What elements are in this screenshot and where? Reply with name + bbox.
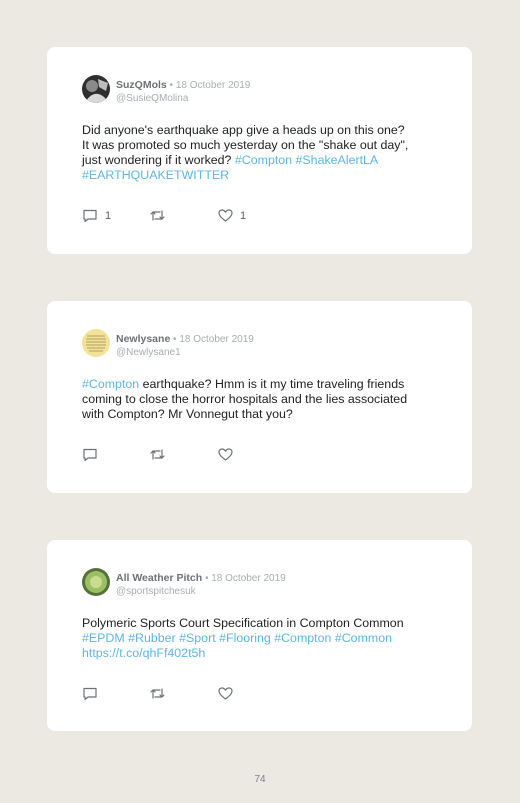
like-icon	[218, 687, 233, 700]
tweet-header: All Weather Pitch • 18 October 2019 @spo…	[116, 570, 286, 598]
tweet-text-line: with Compton? Mr Vonnegut that you?	[82, 407, 293, 421]
hashtag[interactable]: #Common	[335, 631, 392, 645]
avatar[interactable]	[82, 75, 110, 103]
hashtag[interactable]: #Compton	[274, 631, 331, 645]
display-name[interactable]: All Weather Pitch	[116, 572, 202, 584]
retweet-button[interactable]	[149, 687, 166, 700]
tweet-text-line: Did anyone's earthquake app give a heads…	[82, 123, 405, 137]
hashtag[interactable]: #ShakeAlertLA	[296, 153, 379, 167]
tweet-text: Did anyone's earthquake app give a heads…	[82, 123, 442, 183]
display-name[interactable]: Newlysane	[116, 333, 170, 345]
like-icon	[218, 209, 233, 222]
reply-icon	[83, 448, 97, 462]
tweet-date: • 18 October 2019	[166, 80, 251, 91]
user-handle[interactable]: @Newlysane1	[116, 346, 254, 359]
hashtag[interactable]: #Compton	[235, 153, 292, 167]
tweet-text-line: coming to close the horror hospitals and…	[82, 392, 408, 406]
retweet-icon	[150, 210, 165, 221]
reply-count: 1	[105, 210, 112, 222]
avatar[interactable]	[82, 568, 110, 596]
hashtag[interactable]: #EARTHQUAKETWITTER	[82, 168, 229, 182]
hashtag[interactable]: #Rubber	[128, 631, 176, 645]
tweet-date: • 18 October 2019	[202, 573, 286, 584]
display-name[interactable]: SuzQMols	[116, 79, 167, 91]
like-count: 1	[240, 209, 247, 222]
reply-button[interactable]	[82, 448, 98, 462]
retweet-icon	[150, 449, 165, 460]
tweet-text-line: earthquake? Hmm is it my time traveling …	[139, 377, 405, 391]
tweet-date: • 18 October 2019	[170, 334, 254, 345]
retweet-icon	[150, 688, 165, 699]
tweet-text: #Compton earthquake? Hmm is it my time t…	[82, 377, 442, 422]
tweet-card: All Weather Pitch • 18 October 2019 @spo…	[47, 540, 472, 731]
tweet-link[interactable]: https://t.co/qhFf402t5h	[82, 646, 205, 660]
like-button[interactable]: 1	[218, 209, 246, 222]
avatar[interactable]	[82, 329, 110, 357]
like-icon	[218, 448, 233, 461]
tweet-text-line: just wondering if it worked?	[82, 153, 235, 167]
reply-icon	[83, 209, 97, 223]
reply-icon	[83, 687, 97, 701]
retweet-button[interactable]	[149, 209, 166, 222]
hashtag[interactable]: #Flooring	[219, 631, 271, 645]
retweet-button[interactable]	[149, 448, 166, 461]
hashtag[interactable]: #Compton	[82, 377, 139, 391]
tweet-card: SuzQMols • 18 October 2019 @SusieQMolina…	[47, 47, 472, 254]
user-handle[interactable]: @sportspitchesuk	[116, 585, 286, 598]
tweet-card: Newlysane • 18 October 2019 @Newlysane1 …	[47, 301, 472, 493]
tweet-text-line: Polymeric Sports Court Specification in …	[82, 616, 404, 630]
tweet-text-line: It was promoted so much yesterday on the…	[82, 138, 409, 152]
hashtag[interactable]: #Sport	[179, 631, 216, 645]
reply-button[interactable]: 1	[82, 209, 111, 223]
page-number: 74	[254, 774, 266, 785]
like-button[interactable]	[218, 687, 233, 700]
tweet-text: Polymeric Sports Court Specification in …	[82, 616, 442, 661]
user-handle[interactable]: @SusieQMolina	[116, 92, 250, 105]
tweet-header: Newlysane • 18 October 2019 @Newlysane1	[116, 331, 254, 359]
hashtag[interactable]: #EPDM	[82, 631, 125, 645]
like-button[interactable]	[218, 448, 233, 461]
tweet-header: SuzQMols • 18 October 2019 @SusieQMolina	[116, 77, 250, 105]
reply-button[interactable]	[82, 687, 98, 701]
